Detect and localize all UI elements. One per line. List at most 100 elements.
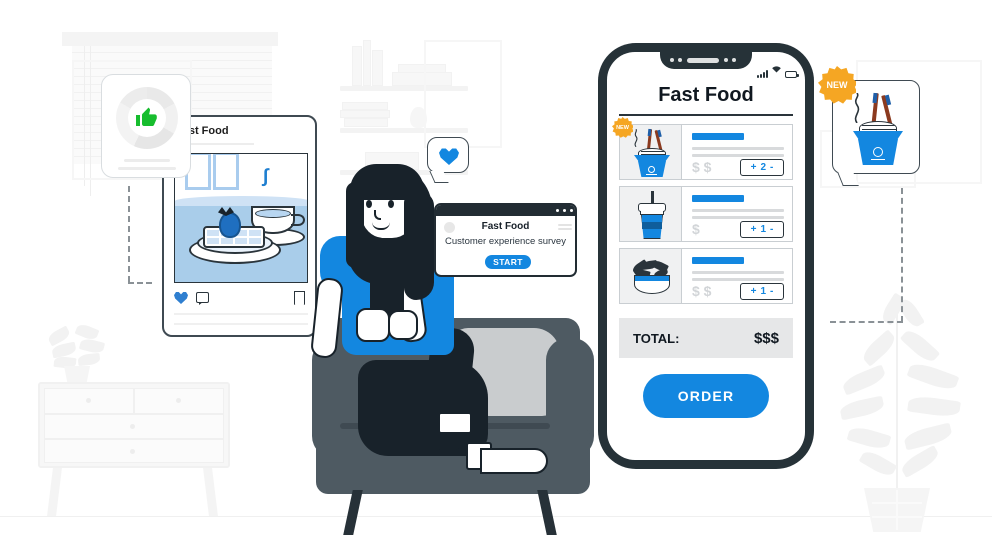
menu-item-name-bar (692, 195, 744, 202)
phone-page-title: Fast Food (658, 84, 754, 106)
armchair-leg-right (537, 490, 557, 535)
person-nose (374, 210, 381, 220)
menu-item-desc-line (692, 271, 784, 274)
window-dot[interactable] (556, 209, 559, 212)
menu-item-thumbnail (620, 249, 682, 303)
steam-icon: ∫ (263, 166, 269, 187)
book-stack (363, 40, 371, 86)
book-stack (372, 50, 383, 86)
steam-icon (851, 92, 861, 124)
menu-item-desc-line (692, 209, 784, 212)
quantity-stepper[interactable]: + 1 - (740, 283, 784, 300)
person-hand-right (388, 310, 418, 340)
stepper-minus[interactable]: - (770, 286, 773, 297)
notch-camera (670, 58, 674, 62)
menu-row[interactable]: $ $ + 2 - (619, 124, 793, 180)
menu-item-desc-line (692, 154, 784, 157)
connector-dashed-right (901, 188, 903, 322)
battery-icon (785, 71, 799, 78)
menu-row[interactable]: $ + 1 - (619, 186, 793, 242)
illustration-canvas: Fast Food ∫ Fast Food Customer experienc… (0, 0, 992, 535)
phone-status-bar (757, 60, 799, 78)
armchair-leg-left (343, 490, 363, 535)
drawer-knob (86, 398, 91, 403)
dresser-leg (47, 468, 62, 516)
noodle-box-icon (630, 128, 674, 177)
order-total-bar: TOTAL: $$$ (619, 318, 793, 358)
notch-sensor (724, 58, 728, 62)
survey-window[interactable]: Fast Food Customer experience survey STA… (434, 203, 577, 277)
survey-window-titlebar (436, 205, 575, 216)
person-eye-left (366, 200, 372, 208)
menu-item-name-bar (692, 133, 744, 140)
stepper-plus[interactable]: + (751, 224, 757, 235)
person-hair-tail (404, 192, 434, 300)
stepper-plus[interactable]: + (751, 286, 757, 297)
book-stack (344, 118, 388, 127)
book-stack (342, 102, 388, 110)
notch-sensor (732, 58, 736, 62)
thumbs-up-icon (135, 105, 159, 129)
plant-leaf (78, 337, 106, 355)
quantity-stepper[interactable]: + 2 - (740, 159, 784, 176)
stepper-minus[interactable]: - (770, 224, 773, 235)
person-sock-upper (438, 412, 472, 434)
menu-item-info: $ $ + 1 - (682, 249, 792, 303)
menu-item-desc-line (692, 216, 784, 219)
strawberry-icon (219, 212, 241, 238)
new-badge: NEW (818, 66, 856, 104)
phone-device: Fast Food $ $ + 2 - NEW $ + 1 - $ $ + 1 … (598, 43, 814, 469)
notch-camera (678, 58, 682, 62)
menu-item-name-bar (692, 257, 744, 264)
stat-placeholder-line (124, 159, 170, 162)
phone-screen: Fast Food $ $ + 2 - NEW $ + 1 - $ $ + 1 … (607, 52, 805, 460)
menu-item-new-badge: NEW (612, 117, 633, 138)
book-stack (340, 110, 390, 118)
survey-title: Fast Food (481, 221, 530, 232)
connector-dashed-left (128, 186, 130, 282)
connector-dashed-left-foot (128, 282, 152, 284)
dresser-leg (203, 468, 218, 516)
window-dot[interactable] (563, 209, 566, 212)
stepper-value: 1 (760, 286, 767, 297)
total-label: TOTAL: (633, 330, 680, 346)
wifi-icon (771, 60, 782, 78)
book-stack (352, 46, 362, 86)
phone-title-divider (619, 114, 793, 116)
wall-frame-center (424, 40, 502, 148)
stepper-value: 2 (760, 162, 767, 173)
drawer-knob (130, 449, 135, 454)
menu-item-desc-line (692, 278, 784, 281)
post-image: ∫ (174, 153, 308, 283)
quantity-stepper[interactable]: + 1 - (740, 221, 784, 238)
menu-item-price: $ $ (692, 159, 712, 175)
stepper-value: 1 (760, 224, 767, 235)
satisfaction-stat-card[interactable] (101, 74, 191, 178)
menu-item-price: $ (692, 221, 700, 237)
stat-placeholder-line (118, 167, 176, 170)
salad-bowl-icon (630, 258, 674, 295)
order-button[interactable]: ORDER (643, 374, 769, 418)
heart-icon[interactable] (174, 292, 188, 304)
drawer-knob (130, 424, 135, 429)
notch-speaker (687, 58, 719, 63)
drink-cup-icon (636, 191, 668, 239)
stepper-minus[interactable]: - (770, 162, 773, 173)
plant-leaf (77, 352, 101, 367)
post-placeholder-line (174, 313, 308, 315)
post-actions (174, 289, 308, 305)
window-dot[interactable] (570, 209, 573, 212)
person-hair-side (346, 182, 364, 268)
menu-item-info: $ $ + 2 - (682, 125, 792, 179)
noodle-box-icon (847, 91, 907, 165)
total-value: $$$ (753, 329, 779, 347)
menu-item-price: $ $ (692, 283, 712, 299)
stepper-plus[interactable]: + (751, 162, 757, 173)
post-placeholder-line (174, 323, 308, 325)
connector-dashed-right-foot (830, 321, 903, 323)
steam-icon (632, 128, 640, 148)
survey-start-button[interactable]: START (485, 255, 531, 269)
menu-row[interactable]: $ $ + 1 - (619, 248, 793, 304)
comment-icon[interactable] (196, 292, 209, 303)
person-foot (480, 448, 548, 474)
